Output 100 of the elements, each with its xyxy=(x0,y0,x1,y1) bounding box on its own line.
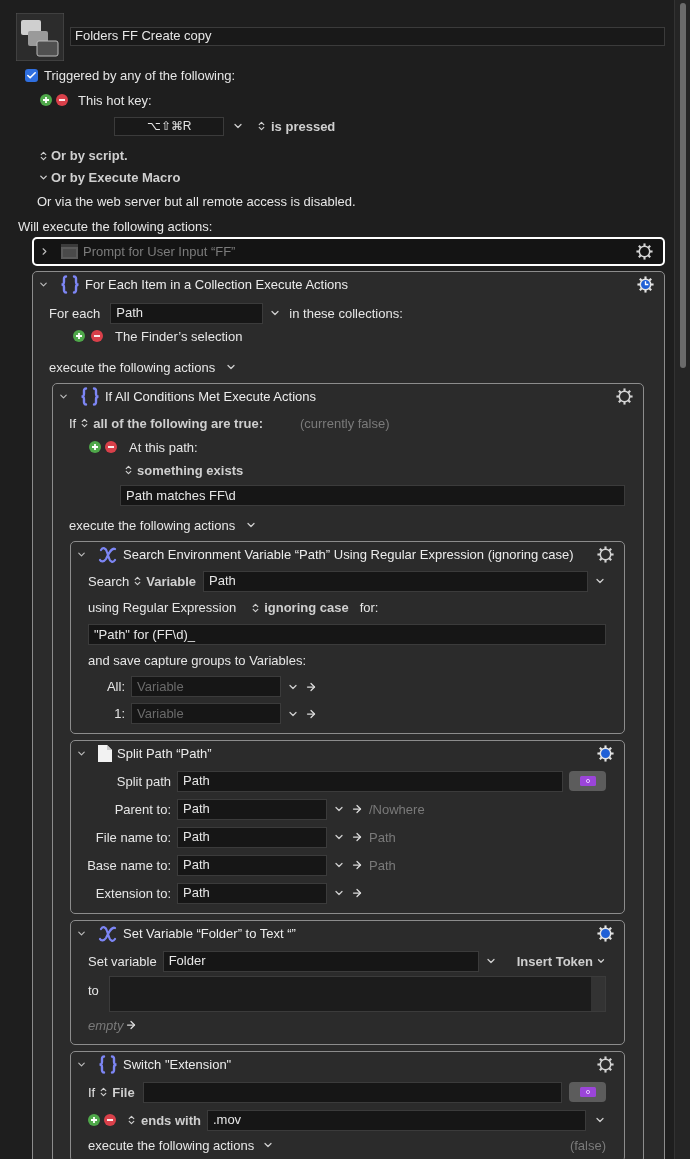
macro-title-field[interactable]: Folders FF Create copy xyxy=(70,26,665,46)
arrow-icon xyxy=(351,887,363,899)
if-label: If xyxy=(69,416,77,430)
gear-icon[interactable] xyxy=(636,275,655,294)
condition-popup[interactable]: is pressed xyxy=(271,119,336,133)
arrow-icon xyxy=(305,680,317,693)
trigger-option[interactable]: Or by Execute Macro xyxy=(51,171,181,184)
result-text: (false) xyxy=(569,1138,606,1152)
result-hint: empty xyxy=(88,1018,124,1032)
action-title: Prompt for User Input “FF” xyxy=(83,242,236,261)
for-each-label: For each xyxy=(49,306,101,320)
output-field[interactable]: Path xyxy=(177,854,327,876)
output-preview: Path xyxy=(369,830,396,844)
gear-icon[interactable] xyxy=(596,924,615,943)
source-popup[interactable]: Variable xyxy=(146,574,197,588)
action-block[interactable] xyxy=(70,541,625,734)
output-label: Extension to: xyxy=(94,886,171,900)
arrow-icon xyxy=(351,803,363,815)
source-popup[interactable]: File xyxy=(112,1085,135,1099)
add-button[interactable] xyxy=(88,1114,100,1126)
output-label: Base name to: xyxy=(86,858,171,872)
scrollbar[interactable] xyxy=(674,0,690,1159)
action-block[interactable]: Set Variable “Folder” to Text “” Set variable Folder Insert Token to empty xyxy=(70,920,625,1045)
variable-icon xyxy=(98,924,118,943)
remove-button[interactable] xyxy=(104,1114,116,1126)
arrow-icon xyxy=(125,1019,138,1031)
output-label: Parent to: xyxy=(113,802,171,816)
action-block[interactable]: Switch "Extension" If File ends with .mov execute the following actions (false) xyxy=(70,1051,625,1159)
action-title: Split Path “Path” xyxy=(117,744,212,763)
disclosure-icon[interactable] xyxy=(38,279,49,290)
action-title: If All Conditions Met Execute Actions xyxy=(105,387,316,406)
action-title: Switch "Extension" xyxy=(123,1055,232,1074)
output-preview: /Nowhere xyxy=(369,802,425,816)
insert-token-menu[interactable]: Insert Token xyxy=(516,954,606,968)
stepper-icon[interactable] xyxy=(126,1114,137,1126)
window-icon xyxy=(61,244,78,259)
stepper-icon[interactable] xyxy=(256,120,267,132)
gear-icon[interactable] xyxy=(596,1055,615,1074)
braces-icon xyxy=(80,387,100,406)
disclosure-icon[interactable] xyxy=(76,928,87,939)
condition-popup[interactable]: something exists xyxy=(137,463,244,477)
item-name-field[interactable]: Path xyxy=(110,302,264,324)
caret-icon xyxy=(596,956,606,966)
braces-icon xyxy=(98,1055,118,1074)
add-button[interactable] xyxy=(89,441,101,453)
hot-key-field[interactable]: ⌥⇧⌘R xyxy=(114,116,224,136)
gear-icon[interactable] xyxy=(596,744,615,763)
gear-icon[interactable] xyxy=(596,545,615,564)
path-field[interactable]: Path matches FF\d xyxy=(120,485,625,506)
case-popup[interactable]: ignoring case xyxy=(264,601,349,614)
remove-button[interactable] xyxy=(56,94,68,106)
output-label: File name to: xyxy=(94,830,171,844)
execute-label: execute the following actions xyxy=(69,518,236,532)
gear-icon[interactable] xyxy=(615,387,634,406)
action-block[interactable] xyxy=(52,383,644,1159)
source-field[interactable] xyxy=(142,1081,562,1103)
trigger-checkbox[interactable] xyxy=(25,68,38,82)
add-button[interactable] xyxy=(40,94,52,106)
pattern-field[interactable]: "Path" for (FF\d)_ xyxy=(88,624,606,645)
capture-label: All: xyxy=(105,680,125,693)
disclosure-icon[interactable] xyxy=(76,549,87,560)
disclosure-icon[interactable] xyxy=(76,748,87,759)
output-field[interactable]: Path xyxy=(177,882,327,904)
if-label: If xyxy=(88,1085,96,1099)
braces-icon xyxy=(60,275,80,294)
remove-button[interactable] xyxy=(91,330,103,342)
remove-button[interactable] xyxy=(105,441,117,453)
stepper-icon[interactable] xyxy=(38,149,49,162)
capture-label: 1: xyxy=(113,707,125,720)
arrow-icon xyxy=(351,859,363,871)
target-name-field[interactable]: Folder xyxy=(162,950,479,972)
actions-heading: Will execute the following actions: xyxy=(18,219,213,233)
trigger-option[interactable]: Or by script. xyxy=(51,149,128,162)
stepper-icon[interactable] xyxy=(123,464,134,476)
regex-label: using Regular Expression xyxy=(88,601,237,614)
disclosure-icon[interactable] xyxy=(38,172,49,183)
arrow-icon xyxy=(305,707,317,720)
output-field[interactable]: Path xyxy=(177,798,327,820)
macro-icon[interactable] xyxy=(16,13,64,61)
hot-key-label: This hot key: xyxy=(78,93,152,107)
output-preview: Path xyxy=(369,858,396,872)
match-popup[interactable]: all of the following are true: xyxy=(93,416,263,430)
case-test-popup[interactable]: ends with xyxy=(141,1113,201,1127)
document-icon xyxy=(98,745,112,762)
search-label: Search xyxy=(88,574,130,588)
save-label: and save capture groups to Variables: xyxy=(88,653,306,667)
set-label: Set variable xyxy=(88,954,157,968)
disclosure-icon[interactable] xyxy=(76,1059,87,1070)
path-field[interactable]: Path xyxy=(177,770,563,792)
token-icon xyxy=(579,1087,596,1097)
add-button[interactable] xyxy=(73,330,85,342)
disclosure-icon[interactable] xyxy=(58,391,69,402)
output-field[interactable]: Path xyxy=(177,826,327,848)
action-block[interactable] xyxy=(32,271,665,1159)
case-field[interactable]: .mov xyxy=(206,1109,586,1131)
split-label: Split path xyxy=(115,774,171,788)
for-label: for: xyxy=(359,601,379,614)
source-name-field[interactable]: Path xyxy=(203,570,588,592)
token-icon xyxy=(579,776,596,786)
action-block[interactable]: Split Path “Path” Split path Path Parent to: Path /Nowhere File name to: Path Path Base name to: Path Path Extension to: Path xyxy=(70,740,625,914)
